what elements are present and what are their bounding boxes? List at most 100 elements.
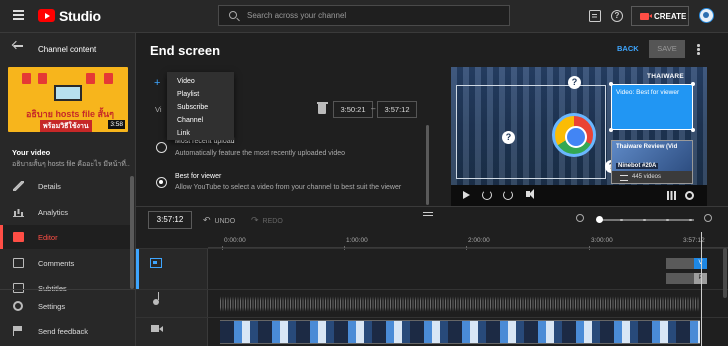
zoom-out-icon[interactable] xyxy=(576,214,584,222)
end-screen-video-element[interactable]: Video: Best for viewer xyxy=(609,82,695,132)
sidebar-divider xyxy=(0,289,135,290)
resize-handle[interactable] xyxy=(691,82,695,86)
sidebar-item-settings[interactable]: Settings xyxy=(0,294,130,318)
sidebar-item-details[interactable]: Details xyxy=(0,174,130,198)
current-time-field[interactable]: 3:57:12 xyxy=(148,211,192,229)
grid-icon[interactable] xyxy=(667,191,676,200)
zoom-slider[interactable] xyxy=(598,219,694,221)
video-title: อธิบายสั้นๆ hosts file คืออะไร มีหน้าที่… xyxy=(12,161,130,168)
document-icon xyxy=(104,73,113,84)
best-for-viewer-radio[interactable] xyxy=(156,177,167,188)
trash-icon[interactable] xyxy=(316,102,328,114)
forward-icon[interactable] xyxy=(503,190,513,200)
playlist-title: Thaiware Review (Vid xyxy=(616,144,678,150)
channel-content-back[interactable]: Channel content xyxy=(0,33,135,63)
comments-icon xyxy=(13,258,24,268)
analytics-icon xyxy=(13,207,24,217)
save-button[interactable]: SAVE xyxy=(649,40,685,58)
video-filmstrip xyxy=(220,320,700,344)
drag-handle-icon[interactable] xyxy=(423,212,433,216)
end-time-field[interactable]: 3:57:12 xyxy=(377,101,417,118)
end-screen-element-bar[interactable] xyxy=(666,258,694,269)
sidebar-item-label: Comments xyxy=(38,259,75,268)
playlist-icon xyxy=(620,175,628,181)
tick-label: 2:00:00 xyxy=(468,237,490,244)
search-input[interactable] xyxy=(247,9,497,22)
element-label: Video: Best for viewer xyxy=(616,89,680,96)
sidebar-item-label: Editor xyxy=(38,233,58,242)
zoom-slider-thumb[interactable] xyxy=(596,216,603,223)
end-screen-icon xyxy=(150,258,162,268)
settings-icon[interactable] xyxy=(685,191,694,200)
sidebar-item-send-feedback[interactable]: Send feedback xyxy=(0,319,130,343)
music-note-icon xyxy=(153,292,160,305)
playlist-badge: Ninebot #20A xyxy=(616,163,659,169)
avatar[interactable] xyxy=(699,8,714,23)
option-desc: Automatically feature the most recently … xyxy=(175,150,346,157)
create-label: CREATE xyxy=(654,12,687,21)
brand-watermark: THAIWARE xyxy=(647,73,685,80)
sidebar-item-analytics[interactable]: Analytics xyxy=(0,200,130,224)
sidebar-item-label: Send feedback xyxy=(38,327,89,336)
page-title: End screen xyxy=(150,43,221,58)
search-box[interactable] xyxy=(218,5,510,26)
rewind-icon[interactable] xyxy=(482,190,492,200)
volume-icon[interactable] xyxy=(526,189,534,199)
end-screen-track[interactable] xyxy=(136,248,728,289)
sidebar-item-label: Analytics xyxy=(38,208,69,217)
most-recent-radio[interactable] xyxy=(156,142,167,153)
zoom-step xyxy=(689,218,692,221)
menu-item-video[interactable]: Video xyxy=(167,76,234,89)
document-icon xyxy=(86,73,95,84)
sidebar-item-comments[interactable]: Comments xyxy=(0,251,130,275)
panel-scrollbar[interactable] xyxy=(426,125,429,205)
resize-handle[interactable] xyxy=(691,128,695,132)
sidebar-item-label: Settings xyxy=(38,302,66,311)
menu-item-channel[interactable]: Channel xyxy=(167,115,234,128)
zoom-step xyxy=(620,218,623,221)
end-screen-playlist-element[interactable]: Thaiware Review (Vid Ninebot #20A 445 vi… xyxy=(611,140,693,184)
menu-item-playlist[interactable]: Playlist xyxy=(167,89,234,102)
menu-item-link[interactable]: Link xyxy=(167,128,234,141)
active-track-indicator xyxy=(136,249,139,289)
zoom-in-icon[interactable] xyxy=(704,214,712,222)
add-element-icon[interactable]: + xyxy=(154,77,160,89)
video-camera-icon xyxy=(640,13,652,20)
resize-handle[interactable] xyxy=(609,128,613,132)
question-icon: ? xyxy=(502,131,515,144)
sidebar-scrollbar[interactable] xyxy=(130,176,134,289)
play-icon[interactable] xyxy=(463,191,470,199)
time-separator: – xyxy=(371,104,376,113)
start-time-field[interactable]: 3:50:21 xyxy=(333,101,373,118)
redo-button[interactable]: REDO xyxy=(251,215,283,226)
sidebar-item-editor[interactable]: Editor xyxy=(0,225,130,249)
video-camera-icon xyxy=(151,325,163,332)
pencil-icon xyxy=(13,181,24,191)
menu-item-subscribe[interactable]: Subscribe xyxy=(167,102,234,115)
help-icon[interactable]: ? xyxy=(611,10,623,22)
your-video-label: Your video xyxy=(12,148,51,157)
youtube-logo-icon[interactable] xyxy=(38,9,55,22)
subtitles-icon xyxy=(13,283,24,293)
video-preview[interactable]: ? ? ? THAIWARE Video: Best for viewer Th… xyxy=(451,67,707,206)
gear-icon xyxy=(13,301,23,311)
undo-button[interactable]: UNDO xyxy=(203,215,236,226)
option-title: Best for viewer xyxy=(175,173,222,180)
app-logo-text[interactable]: Studio xyxy=(59,8,101,24)
menu-icon[interactable] xyxy=(13,10,24,20)
playhead[interactable] xyxy=(701,232,702,346)
create-button[interactable]: CREATE xyxy=(631,6,689,26)
messages-icon[interactable] xyxy=(589,10,601,22)
video-thumbnail[interactable]: อธิบาย hosts file สั้นๆ พร้อมวิธีใช้งาน … xyxy=(8,67,128,132)
back-button[interactable]: BACK xyxy=(617,44,639,53)
document-icon xyxy=(22,73,31,84)
element-label: Vi xyxy=(155,105,162,114)
timeline-scrollbar[interactable] xyxy=(723,248,727,298)
tick-label: 0:00:00 xyxy=(224,237,246,244)
chrome-logo-icon xyxy=(552,113,596,157)
document-icon xyxy=(38,73,47,84)
top-bar: Studio ? CREATE xyxy=(0,0,728,33)
more-options-icon[interactable] xyxy=(697,44,700,55)
resize-handle[interactable] xyxy=(609,82,613,86)
end-screen-element-bar[interactable] xyxy=(666,273,694,284)
